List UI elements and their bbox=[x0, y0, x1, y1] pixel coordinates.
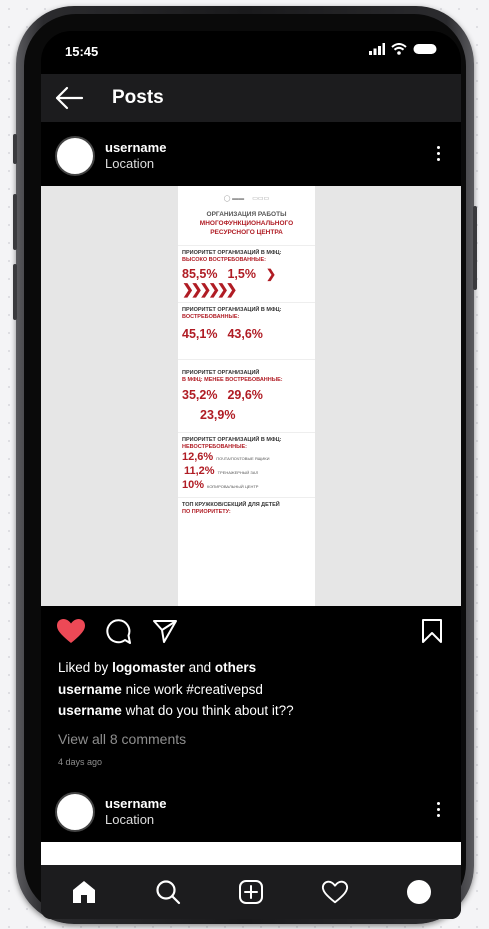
signal-icon bbox=[369, 43, 385, 55]
phone-screen: 15:45 Posts username Location ◯ ▬▬ ▭▭▭ О… bbox=[41, 31, 461, 919]
post-header: username Location bbox=[41, 124, 461, 186]
liked-by-others[interactable]: others bbox=[215, 660, 256, 675]
more-options-icon[interactable] bbox=[435, 802, 441, 822]
profile-icon[interactable] bbox=[406, 879, 432, 905]
avatar[interactable] bbox=[55, 792, 95, 832]
infographic-poster: ◯ ▬▬ ▭▭▭ ОРГАНИЗАЦИЯ РАБОТЫ МНОГОФУНКЦИОН… bbox=[178, 186, 315, 606]
post-timestamp: 4 days ago bbox=[58, 757, 103, 767]
status-time: 15:45 bbox=[65, 44, 99, 59]
bookmark-icon[interactable] bbox=[421, 618, 443, 644]
poster-title: ОРГАНИЗАЦИЯ РАБОТЫ МНОГОФУНКЦИОНАЛЬНОГО … bbox=[199, 211, 294, 236]
phone-power-button bbox=[473, 206, 477, 290]
poster-section: ПРИОРИТЕТ ОРГАНИЗАЦИЙ В МФЦ: ВЫСОКО ВОСТР… bbox=[178, 245, 315, 302]
post-username[interactable]: username bbox=[105, 140, 166, 155]
post-username[interactable]: username bbox=[105, 796, 166, 811]
like-heart-icon[interactable] bbox=[56, 618, 86, 644]
post-actions bbox=[41, 606, 461, 656]
post-header-next: username Location bbox=[41, 780, 461, 842]
poster-section: ТОП КРУЖКОВ/СЕКЦИЙ ДЛЯ ДЕТЕЙ ПО ПРИОРИТЕТ… bbox=[178, 497, 315, 520]
poster-logos: ◯ ▬▬ ▭▭▭ bbox=[223, 196, 270, 202]
share-icon[interactable] bbox=[152, 619, 178, 643]
wifi-icon bbox=[391, 43, 407, 55]
comment-icon[interactable] bbox=[105, 619, 131, 645]
comment-username[interactable]: username bbox=[58, 682, 122, 697]
phone-side-button bbox=[13, 134, 17, 164]
status-bar: 15:45 bbox=[41, 31, 461, 69]
poster-section: ПРИОРИТЕТ ОРГАНИЗАЦИЙ В МФЦ: НЕВОСТРЕБОВА… bbox=[178, 432, 315, 497]
likes-line: Liked by logomaster and others bbox=[58, 660, 257, 675]
liked-by-user[interactable]: logomaster bbox=[112, 660, 185, 675]
phone-volume-down bbox=[13, 264, 17, 320]
back-arrow-icon[interactable] bbox=[54, 85, 84, 111]
post-location[interactable]: Location bbox=[105, 156, 154, 171]
battery-icon bbox=[413, 44, 437, 54]
view-all-comments-link[interactable]: View all 8 comments bbox=[58, 731, 186, 747]
more-options-icon[interactable] bbox=[435, 146, 441, 166]
poster-section: ПРИОРИТЕТ ОРГАНИЗАЦИЙ В МФЦ: МЕНЕЕ ВОСТРЕ… bbox=[178, 359, 315, 432]
add-post-icon[interactable] bbox=[238, 879, 264, 905]
poster-arrows: ❯❯❯❯❯❯ bbox=[182, 281, 237, 297]
search-icon[interactable] bbox=[155, 879, 181, 905]
top-nav: Posts bbox=[41, 74, 461, 122]
bottom-tab-bar bbox=[41, 865, 461, 919]
activity-heart-icon[interactable] bbox=[321, 879, 349, 905]
page-title: Posts bbox=[112, 87, 164, 108]
phone-volume-up bbox=[13, 194, 17, 250]
home-icon[interactable] bbox=[71, 879, 97, 905]
post-location[interactable]: Location bbox=[105, 812, 154, 827]
poster-section: ПРИОРИТЕТ ОРГАНИЗАЦИЙ В МФЦ: ВОСТРЕБОВАНН… bbox=[178, 302, 315, 359]
comment-line: username nice work #creativepsd bbox=[58, 682, 263, 697]
comment-username[interactable]: username bbox=[58, 703, 122, 718]
avatar[interactable] bbox=[55, 136, 95, 176]
post-image[interactable]: ◯ ▬▬ ▭▭▭ ОРГАНИЗАЦИЯ РАБОТЫ МНОГОФУНКЦИОН… bbox=[41, 186, 461, 606]
comment-line: username what do you think about it?? bbox=[58, 703, 294, 718]
